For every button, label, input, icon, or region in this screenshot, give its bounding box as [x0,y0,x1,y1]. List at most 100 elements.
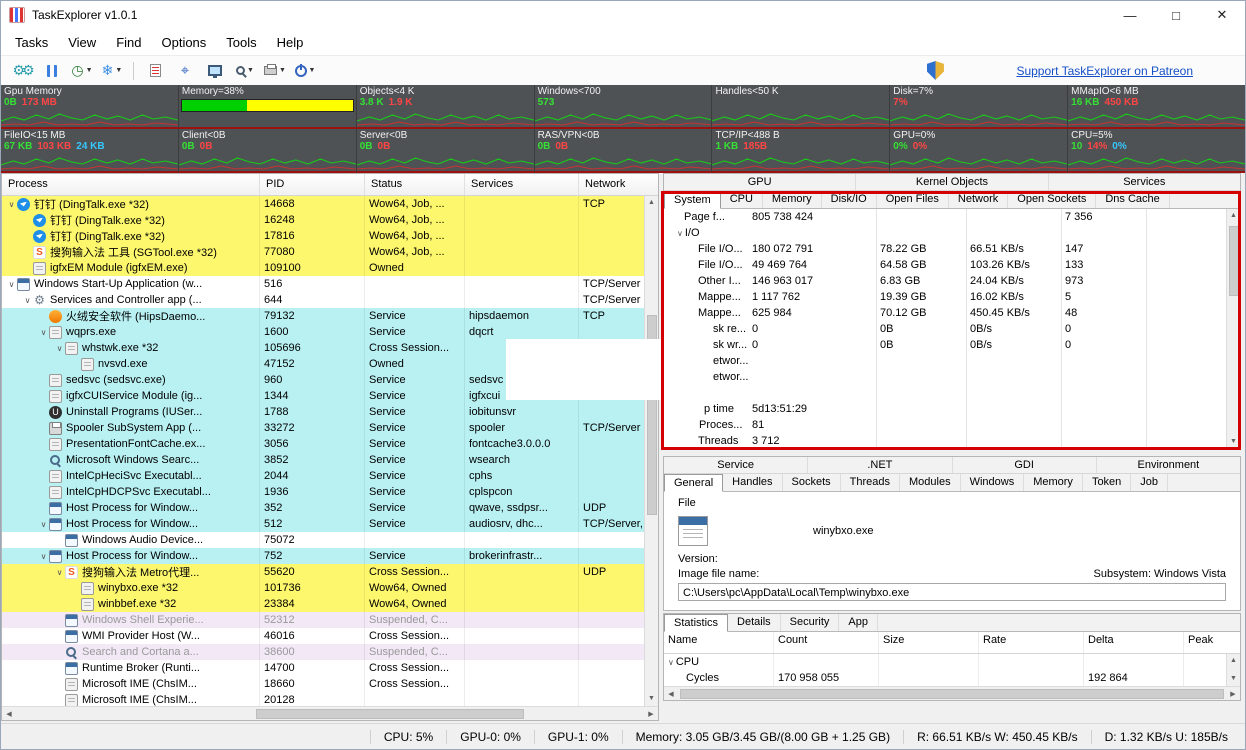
tab-net[interactable]: .NET [808,457,952,473]
graph-windows-700[interactable]: Windows<700573 [535,85,713,129]
stat-column-size[interactable]: Size [879,632,979,653]
maximize-button[interactable]: □ [1153,1,1199,29]
system-info-row[interactable]: Proces...81 [664,417,1226,433]
system-info-row[interactable]: Other I...146 963 0176.83 GB24.04 KB/s97… [664,273,1226,289]
process-row[interactable]: Microsoft Windows Searc...3852Servicewse… [2,452,644,468]
process-row[interactable]: ∨钉钉 (DingTalk.exe *32)14668Wow64, Job, .… [2,196,644,212]
tab-general[interactable]: General [664,474,723,492]
stat-column-rate[interactable]: Rate [979,632,1084,653]
tree-expander[interactable]: ∨ [38,552,49,561]
menu-find[interactable]: Find [106,31,151,54]
tab-app[interactable]: App [839,614,878,631]
minimize-button[interactable]: — [1107,1,1153,29]
scroll-thumb[interactable] [1229,226,1239,296]
process-row[interactable]: Runtime Broker (Runti...14700Cross Sessi… [2,660,644,676]
menu-help[interactable]: Help [267,31,314,54]
graph-cpu-5[interactable]: CPU=5%1014%0% [1068,129,1245,173]
tree-expander[interactable]: ∨ [22,296,33,305]
process-row[interactable]: ∨Host Process for Window...752Servicebro… [2,548,644,564]
graph-memory-38[interactable]: Memory=38% [179,85,357,129]
system-info-row[interactable]: sk wr...00B0B/s0 [664,337,1226,353]
tree-expander[interactable]: ∨ [54,568,65,577]
column-header-status[interactable]: Status [365,174,465,195]
tree-expander[interactable]: ∨ [6,280,17,289]
tab-threads[interactable]: Threads [841,474,900,491]
tab-services[interactable]: Services [1049,174,1240,190]
scroll-track[interactable] [678,687,1226,700]
graph-gpu-memory[interactable]: Gpu Memory0B173 MB [1,85,179,129]
refresh-interval-icon[interactable]: ◷▼ [69,59,95,83]
system-info-row[interactable]: Page f...805 738 4247 356 [664,209,1226,225]
tab-job[interactable]: Job [1131,474,1168,491]
scroll-left-arrow[interactable]: ◀ [2,710,16,718]
scroll-thumb[interactable] [256,709,524,719]
system-info-row[interactable]: File I/O...49 469 76464.58 GB103.26 KB/s… [664,257,1226,273]
column-header-process[interactable]: Process [2,174,260,195]
graph-handles-50-k[interactable]: Handles<50 K [712,85,890,129]
column-header-pid[interactable]: PID [260,174,365,195]
system-info-row[interactable]: File I/O...180 072 79178.22 GB66.51 KB/s… [664,241,1226,257]
tab-gdi[interactable]: GDI [953,457,1097,473]
tab-details[interactable]: Details [728,614,781,631]
tab-handles[interactable]: Handles [723,474,782,491]
tab-disk-io[interactable]: Disk/IO [822,191,877,208]
menu-options[interactable]: Options [151,31,216,54]
process-row[interactable]: 火绒安全软件 (HipsDaemo...79132Servicehipsdaem… [2,308,644,324]
tab-modules[interactable]: Modules [900,474,961,491]
system-info-row[interactable]: etwor... [664,353,1226,369]
process-horizontal-scrollbar[interactable]: ◀ ▶ [2,706,658,720]
scroll-right-arrow[interactable]: ▶ [644,710,658,718]
tab-network[interactable]: Network [949,191,1008,208]
tab-open-sockets[interactable]: Open Sockets [1008,191,1096,208]
process-row[interactable]: Windows Audio Device...75072 [2,532,644,548]
system-info-row[interactable]: p time5d13:51:29 [664,401,1226,417]
tab-system[interactable]: System [664,191,721,209]
close-button[interactable]: ✕ [1199,1,1245,29]
print-icon[interactable]: ▼ [262,59,288,83]
scroll-down-arrow[interactable]: ▼ [1230,672,1237,686]
find-window-icon[interactable]: ▼ [232,59,258,83]
process-row[interactable]: Host Process for Window...352Serviceqwav… [2,500,644,516]
scroll-left-arrow[interactable]: ◀ [664,690,678,698]
tab-sockets[interactable]: Sockets [783,474,841,491]
graph-tcp-ip-488-b[interactable]: TCP/IP<488 B1 KB185B [712,129,890,173]
tab-statistics[interactable]: Statistics [664,614,728,632]
system-info-row[interactable]: ∨I/O [664,225,1226,241]
stat-column-delta[interactable]: Delta [1084,632,1184,653]
binoculars-icon[interactable]: ⌖ [172,59,198,83]
system-info-row[interactable]: Mappe...625 98470.12 GB450.45 KB/s48 [664,305,1226,321]
process-row[interactable]: igfxEM Module (igfxEM.exe)109100Owned [2,260,644,276]
stat-column-peak[interactable]: Peak [1184,632,1240,653]
process-row[interactable]: ∨wqprs.exe1600Servicedqcrt [2,324,644,340]
process-row[interactable]: IntelCpHeciSvc Executabl...2044Servicecp… [2,468,644,484]
tree-expander[interactable]: ∨ [6,200,17,209]
scroll-up-arrow[interactable]: ▲ [1230,654,1237,668]
graph-server-0b[interactable]: Server<0B0B0B [357,129,535,173]
tab-memory[interactable]: Memory [763,191,822,208]
process-row[interactable]: winbbef.exe *3223384Wow64, Owned [2,596,644,612]
system-info-row[interactable]: sk re...00B0B/s0 [664,321,1226,337]
group-expander-icon[interactable]: ∨ [677,229,683,238]
pause-icon[interactable] [39,59,65,83]
scroll-up-arrow[interactable]: ▲ [648,196,655,210]
scroll-up-arrow[interactable]: ▲ [1230,209,1237,223]
process-row[interactable]: Spooler SubSystem App (...33272Servicesp… [2,420,644,436]
process-row[interactable]: IntelCpHDCPSvc Executabl...1936Servicecp… [2,484,644,500]
process-row[interactable]: ∨Host Process for Window...512Serviceaud… [2,516,644,532]
graph-mmapio-6-mb[interactable]: MMapIO<6 MB16 KB450 KB [1068,85,1245,129]
column-header-network[interactable]: Network [579,174,658,195]
tab-service[interactable]: Service [664,457,808,473]
tree-expander[interactable]: ∨ [38,328,49,337]
monitor-icon[interactable] [202,59,228,83]
statistics-horizontal-scrollbar[interactable]: ◀ ▶ [664,686,1240,700]
tab-token[interactable]: Token [1083,474,1131,491]
process-row[interactable]: 钉钉 (DingTalk.exe *32)16248Wow64, Job, ..… [2,212,644,228]
process-row[interactable]: PresentationFontCache.ex...3056Servicefo… [2,436,644,452]
scroll-thumb[interactable] [680,689,1224,699]
process-row[interactable]: winybxo.exe *32101736Wow64, Owned [2,580,644,596]
tab-dns-cache[interactable]: Dns Cache [1096,191,1169,208]
process-row[interactable]: 钉钉 (DingTalk.exe *32)17816Wow64, Job, ..… [2,228,644,244]
system-info-row[interactable]: Threads3 712 [664,433,1226,449]
tab-windows[interactable]: Windows [961,474,1025,491]
tab-security[interactable]: Security [781,614,840,631]
